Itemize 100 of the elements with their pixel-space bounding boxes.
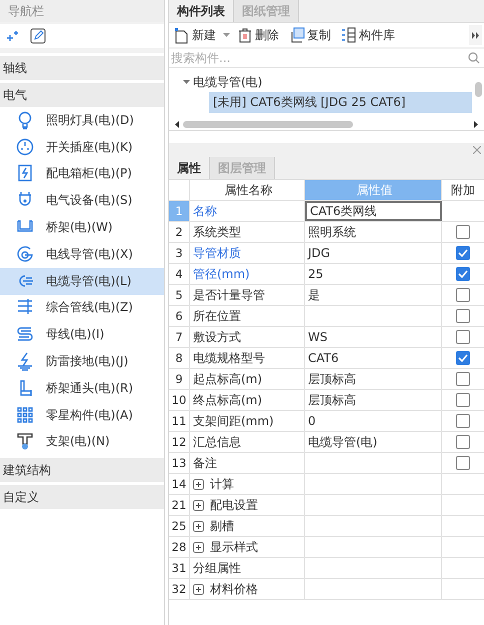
category-header[interactable]: 建筑结构 bbox=[0, 458, 164, 482]
property-name: 配电设置 bbox=[210, 496, 258, 514]
nav-item[interactable]: 照明灯具(电)(D) bbox=[0, 107, 164, 134]
checkbox[interactable] bbox=[456, 267, 470, 281]
property-name: 导管材质 bbox=[193, 244, 241, 262]
row-number[interactable]: 11 bbox=[169, 411, 190, 431]
property-value: 25 bbox=[308, 267, 324, 281]
toolbar-button[interactable]: 删除 bbox=[234, 26, 282, 44]
property-name: 电缆规格型号 bbox=[193, 350, 265, 366]
expand-icon[interactable] bbox=[193, 478, 204, 490]
caret-icon[interactable] bbox=[183, 80, 190, 84]
row-number[interactable]: 32 bbox=[169, 579, 190, 599]
scroll-right-icon[interactable] bbox=[474, 120, 478, 128]
new-file-icon bbox=[174, 26, 190, 44]
nav-item[interactable]: 电气设备(电)(S) bbox=[0, 187, 164, 214]
row-number[interactable]: 31 bbox=[169, 558, 190, 578]
double-arrow-icon bbox=[472, 32, 479, 39]
search-icon[interactable] bbox=[468, 52, 480, 64]
scrollbar-thumb[interactable] bbox=[183, 120, 353, 128]
property-name: 起点标高(m) bbox=[193, 370, 262, 388]
bulb-icon bbox=[16, 110, 34, 130]
checkbox[interactable] bbox=[456, 225, 470, 239]
nav-item[interactable]: 桥架通头(电)(R) bbox=[0, 374, 164, 402]
property-value: 电缆导管(电) bbox=[308, 434, 378, 450]
property-value: 层顶标高 bbox=[308, 370, 356, 388]
checkbox[interactable] bbox=[456, 330, 470, 344]
checkbox[interactable] bbox=[456, 456, 470, 470]
expand-icon[interactable] bbox=[193, 500, 204, 510]
row-number[interactable]: 13 bbox=[169, 453, 190, 473]
scrollbar-thumb[interactable] bbox=[475, 82, 482, 97]
nav-item[interactable]: 综合管线(电)(Z) bbox=[0, 294, 164, 322]
row-number[interactable]: 9 bbox=[169, 369, 190, 389]
toolbar-button[interactable]: 新建 bbox=[171, 26, 219, 44]
nav-item[interactable]: 电缆导管(电)(L) bbox=[0, 268, 164, 295]
column-header[interactable]: 附加 bbox=[442, 180, 484, 200]
tree-item[interactable]: [未用] CAT6类网线 [JDG 25 CAT6] bbox=[209, 92, 472, 113]
nav-item[interactable]: 配电箱柜(电)(P) bbox=[0, 160, 164, 188]
nav-item[interactable]: 零星构件(电)(A) bbox=[0, 402, 164, 429]
checkbox[interactable] bbox=[456, 414, 470, 428]
conduit-icon bbox=[16, 244, 34, 264]
property-value: 照明系统 bbox=[308, 224, 356, 240]
toolbar-button[interactable]: 复制 bbox=[286, 26, 334, 44]
property-name: 所在位置 bbox=[193, 308, 241, 324]
checkbox[interactable] bbox=[456, 288, 470, 302]
expand-icon[interactable] bbox=[193, 542, 204, 552]
nav-item[interactable]: 桥架(电)(W) bbox=[0, 214, 164, 241]
row-number[interactable]: 2 bbox=[169, 222, 190, 242]
category-header[interactable]: 轴线 bbox=[0, 56, 164, 80]
property-value: 是 bbox=[308, 286, 320, 304]
scroll-left-icon[interactable] bbox=[175, 120, 179, 128]
checkbox[interactable] bbox=[456, 246, 470, 260]
checkbox[interactable] bbox=[456, 351, 470, 365]
nav-item[interactable]: 支架(电)(N) bbox=[0, 428, 164, 456]
grid-icon bbox=[16, 406, 34, 425]
row-number[interactable]: 25 bbox=[169, 516, 190, 536]
property-name: 支架间距(mm) bbox=[193, 412, 274, 430]
property-value: 0 bbox=[308, 414, 316, 428]
dropdown-icon[interactable] bbox=[223, 32, 230, 38]
checkbox[interactable] bbox=[456, 372, 470, 386]
row-number[interactable]: 21 bbox=[169, 495, 190, 515]
expand-icon[interactable] bbox=[193, 584, 204, 594]
category-header[interactable]: 自定义 bbox=[0, 485, 164, 510]
row-number[interactable]: 28 bbox=[169, 537, 190, 557]
lightning-icon bbox=[16, 352, 34, 372]
tree-node-label[interactable]: 电缆导管(电) bbox=[193, 74, 262, 90]
row-number[interactable]: 3 bbox=[169, 243, 190, 263]
category-header[interactable]: 电气 bbox=[0, 83, 164, 107]
panel-icon bbox=[16, 164, 34, 184]
row-number[interactable]: 10 bbox=[169, 390, 190, 410]
checkbox[interactable] bbox=[456, 393, 470, 407]
nav-item[interactable]: 母线(电)(I) bbox=[0, 321, 164, 348]
socket-icon bbox=[16, 138, 34, 157]
panel-title: 导航栏 bbox=[0, 0, 164, 22]
property-name: 显示样式 bbox=[210, 538, 258, 556]
toolbar-button[interactable]: 构件库 bbox=[338, 26, 398, 44]
add-icon[interactable] bbox=[6, 29, 20, 43]
nav-item[interactable]: 开关插座(电)(K) bbox=[0, 134, 164, 161]
bracket-icon bbox=[16, 432, 34, 452]
overflow-button[interactable] bbox=[469, 25, 482, 45]
nav-item[interactable]: 电线导管(电)(X) bbox=[0, 240, 164, 268]
row-number[interactable]: 5 bbox=[169, 285, 190, 305]
expand-icon[interactable] bbox=[193, 520, 204, 532]
nav-item[interactable]: 防雷接地(电)(J) bbox=[0, 348, 164, 375]
property-name: 计算 bbox=[210, 476, 234, 492]
close-icon[interactable] bbox=[473, 146, 481, 154]
checkbox[interactable] bbox=[456, 309, 470, 323]
edit-icon[interactable] bbox=[30, 28, 46, 44]
row-number[interactable]: 7 bbox=[169, 327, 190, 347]
row-number[interactable]: 14 bbox=[169, 474, 190, 494]
property-value: 层顶标高 bbox=[308, 392, 356, 408]
row-number[interactable]: 4 bbox=[169, 264, 190, 284]
property-name: 剔槽 bbox=[210, 518, 234, 534]
search-field[interactable]: 搜索构件... bbox=[169, 51, 468, 65]
property-name: 管径(mm) bbox=[193, 266, 250, 282]
property-name: 系统类型 bbox=[193, 224, 241, 240]
row-number[interactable]: 6 bbox=[169, 306, 190, 326]
checkbox[interactable] bbox=[456, 435, 470, 449]
row-number[interactable]: 12 bbox=[169, 432, 190, 452]
value-field[interactable]: CAT6类网线 bbox=[305, 201, 442, 221]
row-number[interactable]: 8 bbox=[169, 348, 190, 368]
